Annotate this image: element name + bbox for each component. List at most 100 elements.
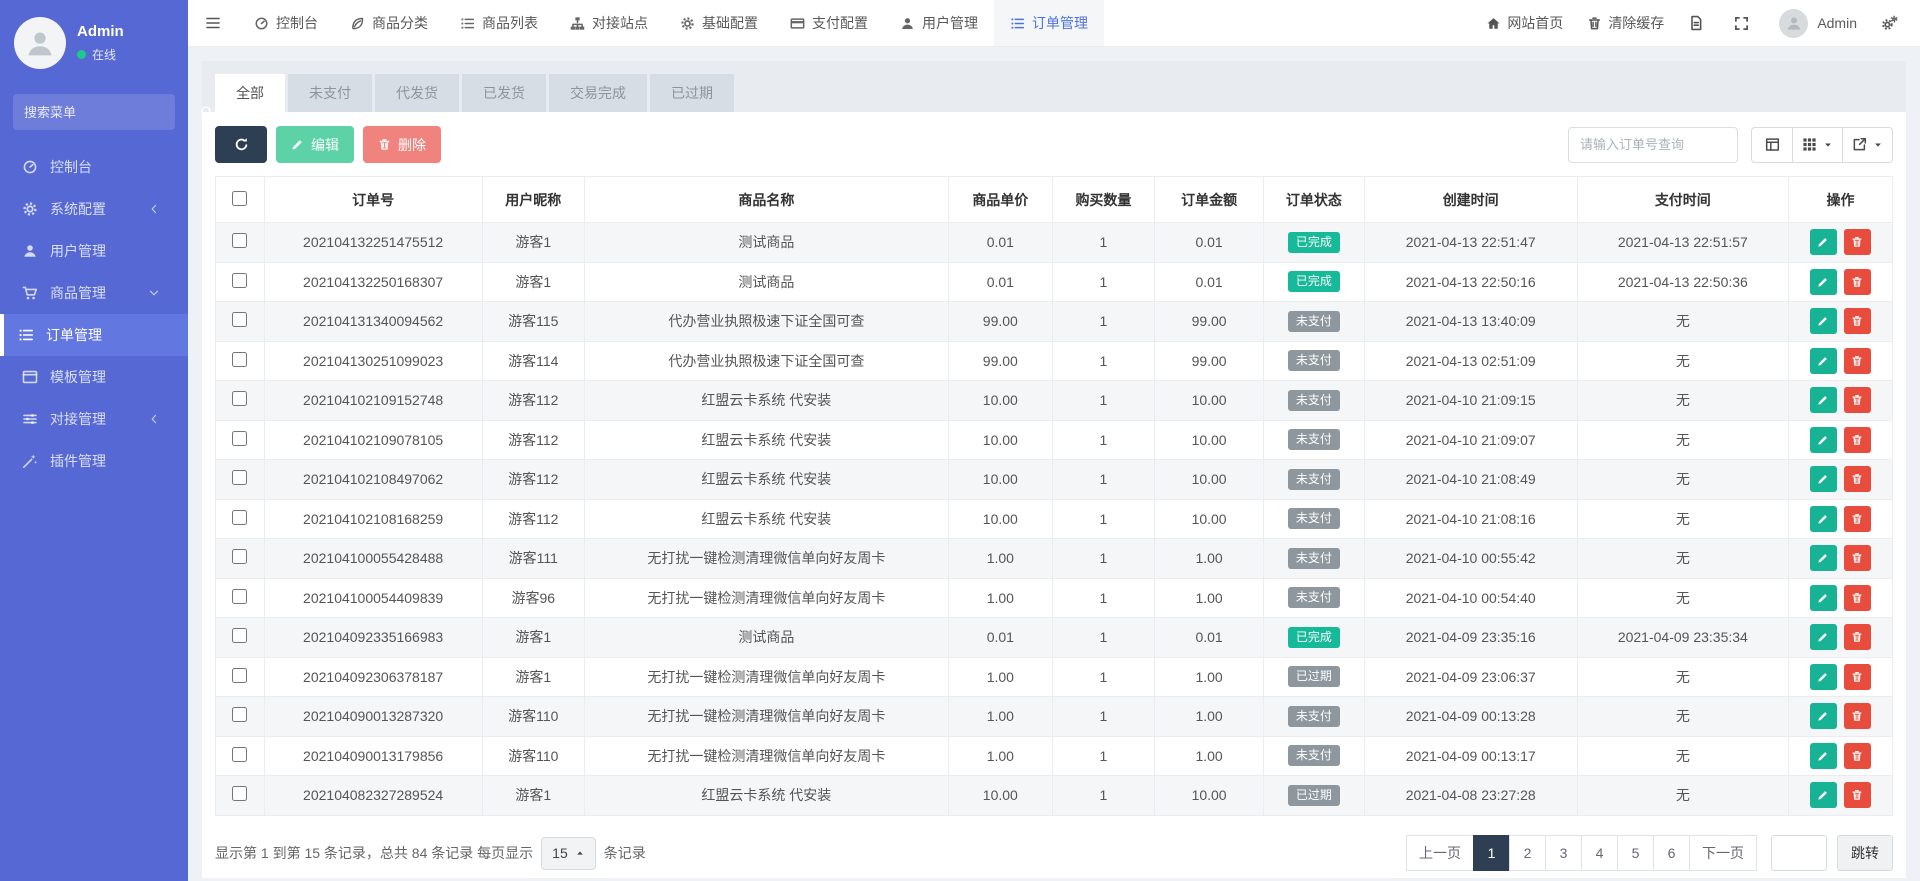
page-jump-input[interactable] [1771,835,1827,871]
page-jump-button[interactable]: 跳转 [1837,835,1893,871]
tab[interactable]: 已发货 [462,74,546,112]
fullscreen-button[interactable] [1734,16,1755,31]
columns-button[interactable] [1793,127,1843,163]
tab[interactable]: 交易完成 [549,74,647,112]
row-delete-button[interactable] [1844,545,1871,571]
row-delete-button[interactable] [1844,782,1871,808]
row-delete-button[interactable] [1844,348,1871,374]
row-edit-button[interactable] [1810,743,1837,769]
page-number-button[interactable]: 3 [1545,835,1582,871]
order-search-input[interactable] [1568,127,1738,163]
row-delete-button[interactable] [1844,624,1871,650]
clear-cache-link[interactable]: 清除缓存 [1587,13,1664,33]
row-edit-button[interactable] [1810,664,1837,690]
row-checkbox[interactable] [232,707,247,722]
page-number-button[interactable]: 2 [1509,835,1546,871]
top-nav-item[interactable]: 商品列表 [444,0,554,46]
column-header: 用户昵称 [482,177,584,223]
page-size-select[interactable]: 15 [541,837,596,870]
tab[interactable]: 已过期 [650,74,734,112]
prev-page-button[interactable]: 上一页 [1406,835,1474,871]
row-edit-button[interactable] [1810,506,1837,532]
sidebar-item[interactable]: 模板管理 [0,356,188,398]
row-edit-button[interactable] [1810,308,1837,334]
row-edit-button[interactable] [1810,348,1837,374]
search-icon[interactable] [200,105,214,119]
settings-button[interactable] [1881,15,1904,32]
user-nickname: 游客112 [482,420,584,460]
tab[interactable]: 全部 [215,74,285,112]
row-edit-button[interactable] [1810,466,1837,492]
document-icon [1688,15,1704,31]
select-all-checkbox[interactable] [232,191,247,206]
row-delete-button[interactable] [1844,743,1871,769]
next-page-button[interactable]: 下一页 [1689,835,1757,871]
site-home-link[interactable]: 网站首页 [1486,13,1563,33]
row-checkbox[interactable] [232,273,247,288]
top-nav-item[interactable]: 控制台 [238,0,334,46]
row-delete-button[interactable] [1844,466,1871,492]
top-nav-item[interactable]: 商品分类 [334,0,444,46]
sidebar-item[interactable]: 用户管理 [0,230,188,272]
refresh-button[interactable] [215,126,267,163]
row-delete-button[interactable] [1844,506,1871,532]
row-edit-button[interactable] [1810,545,1837,571]
row-delete-button[interactable] [1844,664,1871,690]
row-checkbox[interactable] [232,431,247,446]
row-checkbox[interactable] [232,628,247,643]
row-checkbox[interactable] [232,312,247,327]
row-edit-button[interactable] [1810,229,1837,255]
row-checkbox[interactable] [232,589,247,604]
row-checkbox[interactable] [232,470,247,485]
top-nav-item[interactable]: 用户管理 [884,0,994,46]
top-nav-item[interactable]: 基础配置 [664,0,774,46]
row-checkbox[interactable] [232,786,247,801]
top-nav-item[interactable]: 对接站点 [554,0,664,46]
sidebar-item[interactable]: 商品管理 [0,272,188,314]
sidebar-item[interactable]: 对接管理 [0,398,188,440]
row-edit-button[interactable] [1810,585,1837,611]
toggle-view-button[interactable] [1751,127,1793,163]
docs-button[interactable] [1688,15,1710,31]
edit-button[interactable]: 编辑 [276,126,354,163]
page-number-button[interactable]: 1 [1473,835,1510,871]
row-delete-button[interactable] [1844,585,1871,611]
topbar-username[interactable]: Admin [1817,15,1857,31]
row-edit-button[interactable] [1810,387,1837,413]
page-number-button[interactable]: 6 [1653,835,1690,871]
row-edit-button[interactable] [1810,703,1837,729]
top-nav-item[interactable]: 支付配置 [774,0,884,46]
delete-button[interactable]: 删除 [363,126,441,163]
row-checkbox[interactable] [232,391,247,406]
row-checkbox[interactable] [232,549,247,564]
sidebar-item[interactable]: 插件管理 [0,440,188,482]
sidebar-item[interactable]: 订单管理 [0,314,188,356]
page-number-button[interactable]: 4 [1581,835,1618,871]
user-avatar[interactable] [1779,9,1808,38]
sidebar-item[interactable]: 控制台 [0,146,188,188]
row-edit-button[interactable] [1810,624,1837,650]
tab[interactable]: 代发货 [375,74,459,112]
top-nav-item[interactable]: 订单管理 [994,0,1104,46]
page-number-button[interactable]: 5 [1617,835,1654,871]
trash-icon [1851,750,1863,762]
row-edit-button[interactable] [1810,782,1837,808]
row-delete-button[interactable] [1844,703,1871,729]
row-checkbox[interactable] [232,352,247,367]
row-edit-button[interactable] [1810,427,1837,453]
sidebar-item[interactable]: 系统配置 [0,188,188,230]
export-button[interactable] [1843,127,1893,163]
row-delete-button[interactable] [1844,387,1871,413]
row-checkbox[interactable] [232,668,247,683]
sidebar-toggle-button[interactable] [188,0,238,46]
tab[interactable]: 未支付 [288,74,372,112]
row-delete-button[interactable] [1844,229,1871,255]
sidebar-search-input[interactable] [24,105,200,120]
row-edit-button[interactable] [1810,269,1837,295]
row-delete-button[interactable] [1844,308,1871,334]
row-delete-button[interactable] [1844,427,1871,453]
row-delete-button[interactable] [1844,269,1871,295]
row-checkbox[interactable] [232,747,247,762]
row-checkbox[interactable] [232,233,247,248]
row-checkbox[interactable] [232,510,247,525]
